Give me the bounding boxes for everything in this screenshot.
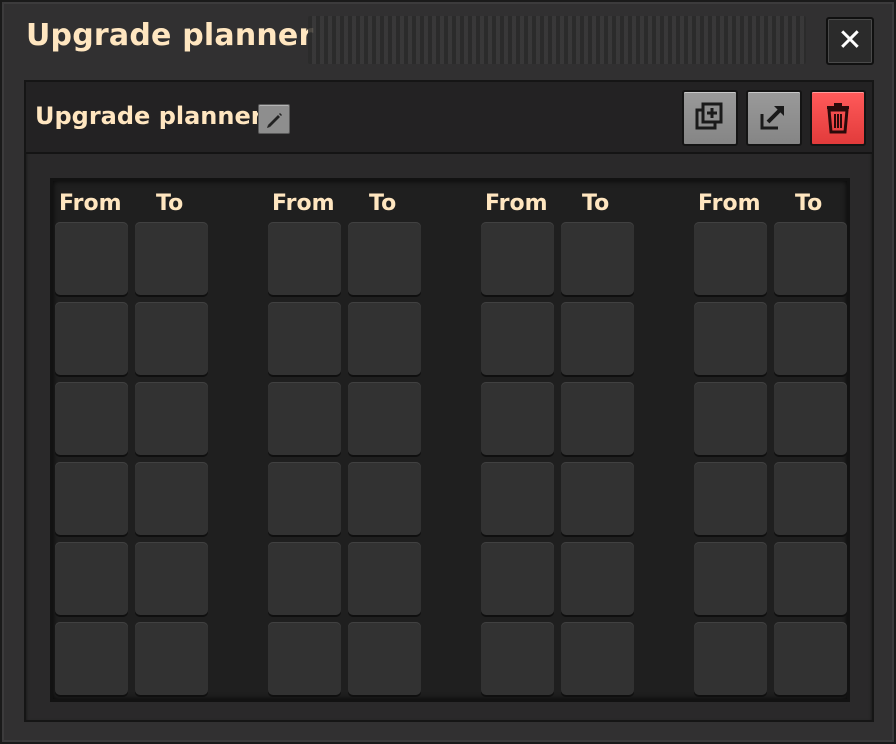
from-slot[interactable]: [694, 462, 767, 535]
to-slot[interactable]: [561, 622, 634, 695]
from-slot[interactable]: [55, 622, 128, 695]
from-slot[interactable]: [481, 542, 554, 615]
from-slot[interactable]: [268, 462, 341, 535]
trash-icon: [827, 103, 849, 134]
close-icon: ✕: [837, 23, 863, 58]
to-slot[interactable]: [774, 222, 847, 295]
from-slot[interactable]: [55, 222, 128, 295]
from-slot[interactable]: [268, 222, 341, 295]
from-slot[interactable]: [481, 382, 554, 455]
drag-handle[interactable]: [308, 16, 806, 64]
to-slot[interactable]: [348, 622, 421, 695]
to-slot[interactable]: [774, 542, 847, 615]
copy-button[interactable]: [682, 90, 738, 146]
planner-name: Upgrade planner: [35, 102, 263, 130]
from-slot[interactable]: [55, 542, 128, 615]
to-slot[interactable]: [561, 222, 634, 295]
from-slot[interactable]: [481, 462, 554, 535]
rename-button[interactable]: [258, 104, 290, 134]
to-slot[interactable]: [561, 462, 634, 535]
copy-icon: [695, 102, 723, 130]
to-slot[interactable]: [774, 462, 847, 535]
from-header: From: [272, 191, 335, 216]
title-bar: Upgrade planner ✕: [2, 2, 894, 80]
to-slot[interactable]: [135, 622, 208, 695]
from-header: From: [59, 191, 122, 216]
from-slot[interactable]: [268, 542, 341, 615]
to-slot[interactable]: [774, 302, 847, 375]
from-header: From: [698, 191, 761, 216]
from-slot[interactable]: [694, 542, 767, 615]
to-slot[interactable]: [348, 382, 421, 455]
to-slot[interactable]: [561, 302, 634, 375]
export-icon: [760, 106, 784, 130]
to-header: To: [582, 191, 610, 216]
window-title: Upgrade planner: [26, 18, 314, 53]
to-slot[interactable]: [348, 542, 421, 615]
pencil-icon: [267, 113, 282, 128]
to-header: To: [369, 191, 397, 216]
from-slot[interactable]: [694, 222, 767, 295]
delete-button[interactable]: [810, 90, 866, 146]
close-button[interactable]: ✕: [826, 17, 874, 65]
to-slot[interactable]: [135, 542, 208, 615]
to-header: To: [795, 191, 823, 216]
export-button[interactable]: [746, 90, 802, 146]
from-slot[interactable]: [55, 382, 128, 455]
to-slot[interactable]: [135, 462, 208, 535]
from-header: From: [485, 191, 548, 216]
to-slot[interactable]: [348, 302, 421, 375]
to-slot[interactable]: [348, 462, 421, 535]
from-slot[interactable]: [268, 302, 341, 375]
from-slot[interactable]: [55, 302, 128, 375]
from-slot[interactable]: [268, 382, 341, 455]
from-slot[interactable]: [481, 622, 554, 695]
from-slot[interactable]: [481, 222, 554, 295]
to-slot[interactable]: [561, 542, 634, 615]
planner-header: Upgrade planner: [26, 82, 872, 154]
from-slot[interactable]: [694, 622, 767, 695]
from-slot[interactable]: [268, 622, 341, 695]
to-header: To: [156, 191, 184, 216]
upgrade-planner-window: Upgrade planner ✕ Upgrade planner From T…: [0, 0, 896, 744]
mapping-grid: From To From To From To From To: [50, 178, 850, 702]
from-slot[interactable]: [481, 302, 554, 375]
to-slot[interactable]: [561, 382, 634, 455]
from-slot[interactable]: [55, 462, 128, 535]
to-slot[interactable]: [135, 382, 208, 455]
planner-panel: Upgrade planner From To From To From To …: [24, 80, 874, 722]
from-slot[interactable]: [694, 302, 767, 375]
to-slot[interactable]: [135, 302, 208, 375]
to-slot[interactable]: [774, 622, 847, 695]
to-slot[interactable]: [135, 222, 208, 295]
to-slot[interactable]: [348, 222, 421, 295]
to-slot[interactable]: [774, 382, 847, 455]
from-slot[interactable]: [694, 382, 767, 455]
